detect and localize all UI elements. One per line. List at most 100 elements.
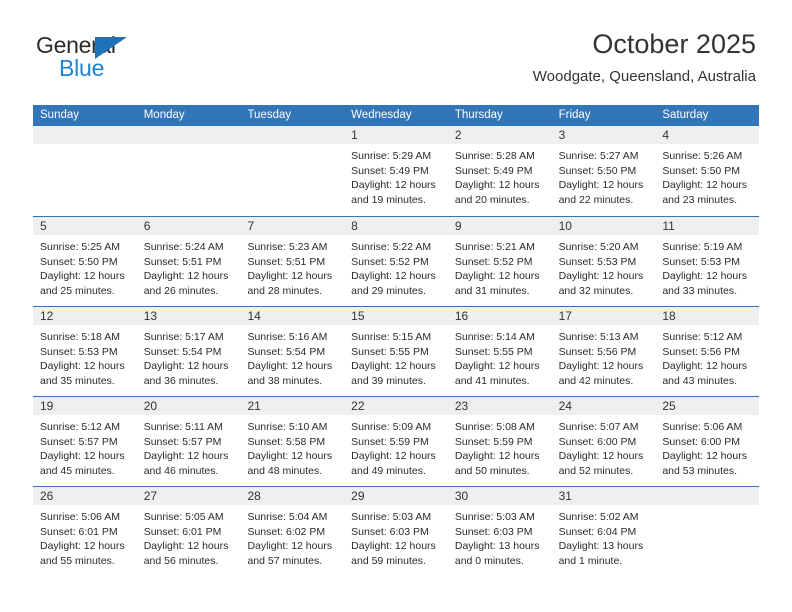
calendar-day-cell[interactable]: 28 Sunrise: 5:04 AM Sunset: 6:02 PM Dayligh… [240, 487, 345, 576]
day-number: 10 [551, 217, 656, 235]
calendar-day-cell[interactable]: 1 Sunrise: 5:29 AM Sunset: 5:49 PM Daylight… [344, 126, 448, 216]
calendar-day-cell[interactable]: 30 Sunrise: 5:03 AM Sunset: 6:03 PM Dayligh… [447, 487, 552, 576]
day-detail-lines: Sunrise: 5:02 AM Sunset: 6:04 PM Daylight:… [552, 505, 656, 568]
day-detail-line: and 41 minutes. [454, 374, 530, 387]
day-detail-line: Sunrise: 5:09 AM [351, 421, 432, 433]
calendar-day-cell[interactable]: 27 Sunrise: 5:05 AM Sunset: 6:01 PM Dayligh… [136, 487, 241, 576]
day-detail-line: Sunset: 5:58 PM [247, 435, 326, 448]
calendar-day-cell[interactable]: 20 Sunrise: 5:11 AM Sunset: 5:57 PM Dayligh… [136, 397, 241, 486]
calendar-day-cell[interactable]: 16 Sunrise: 5:14 AM Sunset: 5:55 PM Dayligh… [447, 307, 552, 396]
calendar-week-row: 12 Sunrise: 5:18 AM Sunset: 5:53 PM Dayligh… [33, 306, 760, 396]
day-detail-line: and 35 minutes. [40, 374, 115, 387]
day-detail-line: Daylight: 12 hours [351, 270, 436, 282]
day-detail-line: and 38 minutes. [247, 374, 323, 387]
day-detail-lines: Sunrise: 5:17 AM Sunset: 5:54 PM Daylight:… [137, 325, 241, 388]
day-detail-line: Sunrise: 5:06 AM [40, 511, 120, 523]
page-subtitle: Woodgate, Queensland, Australia [532, 68, 756, 85]
day-detail-line: Daylight: 12 hours [662, 270, 747, 282]
day-detail-line: Sunrise: 5:23 AM [247, 241, 328, 253]
calendar-day-cell-empty [240, 126, 345, 216]
day-detail-line: Daylight: 12 hours [143, 360, 229, 372]
calendar-week-row: 19 Sunrise: 5:12 AM Sunset: 5:57 PM Dayligh… [33, 396, 760, 486]
calendar-day-cell[interactable]: 13 Sunrise: 5:17 AM Sunset: 5:54 PM Dayligh… [136, 307, 241, 396]
calendar-day-cell[interactable]: 14 Sunrise: 5:16 AM Sunset: 5:54 PM Dayligh… [240, 307, 345, 396]
logo-text-blue: Blue [59, 55, 105, 81]
day-number: 2 [447, 126, 552, 144]
day-detail-line: Sunset: 6:03 PM [454, 525, 533, 538]
calendar-day-cell[interactable]: 10 Sunrise: 5:20 AM Sunset: 5:53 PM Dayligh… [551, 217, 656, 306]
day-detail-lines: Sunrise: 5:29 AM Sunset: 5:49 PM Daylight:… [344, 144, 448, 207]
day-number: 15 [344, 307, 448, 325]
day-detail-line: Daylight: 12 hours [247, 540, 333, 552]
day-detail-line: Sunrise: 5:12 AM [662, 331, 743, 343]
calendar-day-cell[interactable]: 17 Sunrise: 5:13 AM Sunset: 5:56 PM Dayligh… [551, 307, 656, 396]
day-detail-line: Daylight: 12 hours [351, 540, 436, 552]
calendar-day-cell[interactable]: 29 Sunrise: 5:03 AM Sunset: 6:03 PM Dayligh… [344, 487, 448, 576]
calendar-day-cell[interactable]: 22 Sunrise: 5:09 AM Sunset: 5:59 PM Dayligh… [344, 397, 448, 486]
day-number: 18 [655, 307, 760, 325]
day-detail-line: Daylight: 12 hours [40, 360, 125, 372]
day-detail-line: Sunset: 5:55 PM [351, 345, 429, 358]
day-number: 27 [136, 487, 241, 505]
day-number: 29 [344, 487, 448, 505]
weekday-header-tuesday: Tuesday [247, 109, 292, 121]
day-detail-line: and 46 minutes. [143, 464, 219, 477]
day-detail-line: Sunset: 6:00 PM [662, 435, 740, 448]
calendar-weeks: 1 Sunrise: 5:29 AM Sunset: 5:49 PM Daylight… [33, 126, 760, 576]
calendar-day-cell[interactable]: 15 Sunrise: 5:15 AM Sunset: 5:55 PM Dayligh… [344, 307, 448, 396]
day-detail-line: Daylight: 12 hours [143, 270, 229, 282]
calendar-day-cell[interactable]: 7 Sunrise: 5:23 AM Sunset: 5:51 PM Daylight… [240, 217, 345, 306]
calendar-day-cell[interactable]: 26 Sunrise: 5:06 AM Sunset: 6:01 PM Dayligh… [33, 487, 137, 576]
calendar-day-cell[interactable]: 5 Sunrise: 5:25 AM Sunset: 5:50 PM Daylight… [33, 217, 137, 306]
day-number [240, 126, 345, 144]
calendar-day-cell[interactable]: 25 Sunrise: 5:06 AM Sunset: 6:00 PM Dayligh… [655, 397, 760, 486]
day-detail-line: Sunset: 6:02 PM [247, 525, 326, 538]
generalblue-logo[interactable]: General Blue [36, 32, 166, 84]
calendar-day-cell[interactable]: 24 Sunrise: 5:07 AM Sunset: 6:00 PM Dayligh… [551, 397, 656, 486]
day-detail-lines [33, 144, 137, 149]
day-number: 21 [240, 397, 345, 415]
calendar-day-cell[interactable]: 11 Sunrise: 5:19 AM Sunset: 5:53 PM Dayligh… [655, 217, 760, 306]
day-detail-lines [137, 144, 241, 149]
calendar-day-cell[interactable]: 23 Sunrise: 5:08 AM Sunset: 5:59 PM Dayligh… [447, 397, 552, 486]
day-detail-line: Daylight: 12 hours [454, 179, 540, 191]
day-number: 5 [33, 217, 137, 235]
day-detail-line: Sunset: 6:04 PM [558, 525, 637, 538]
calendar-day-cell[interactable]: 3 Sunrise: 5:27 AM Sunset: 5:50 PM Daylight… [551, 126, 656, 216]
day-detail-line: Sunrise: 5:14 AM [454, 331, 535, 343]
day-number: 25 [655, 397, 760, 415]
day-detail-line: and 57 minutes. [247, 554, 323, 567]
day-detail-lines: Sunrise: 5:06 AM Sunset: 6:01 PM Daylight:… [33, 505, 137, 568]
day-number: 17 [551, 307, 656, 325]
day-detail-line: Sunset: 5:49 PM [351, 164, 429, 177]
weekday-header-saturday: Saturday [662, 109, 709, 121]
day-number: 7 [240, 217, 345, 235]
calendar-day-cell[interactable]: 19 Sunrise: 5:12 AM Sunset: 5:57 PM Dayligh… [33, 397, 137, 486]
day-detail-line: Sunset: 5:51 PM [247, 255, 326, 268]
day-detail-line: Sunrise: 5:07 AM [558, 421, 639, 433]
day-detail-line: and 28 minutes. [247, 284, 323, 297]
calendar-day-cell[interactable]: 2 Sunrise: 5:28 AM Sunset: 5:49 PM Daylight… [447, 126, 552, 216]
calendar-week-row: 1 Sunrise: 5:29 AM Sunset: 5:49 PM Daylight… [33, 126, 760, 216]
day-detail-line: Sunset: 5:57 PM [143, 435, 222, 448]
calendar-day-cell[interactable]: 4 Sunrise: 5:26 AM Sunset: 5:50 PM Daylight… [655, 126, 760, 216]
day-detail-line: Daylight: 12 hours [40, 540, 125, 552]
calendar-day-cell[interactable]: 12 Sunrise: 5:18 AM Sunset: 5:53 PM Dayligh… [33, 307, 137, 396]
calendar-day-cell[interactable]: 21 Sunrise: 5:10 AM Sunset: 5:58 PM Dayligh… [240, 397, 345, 486]
weekday-header-thursday: Thursday [454, 109, 503, 121]
day-detail-lines: Sunrise: 5:21 AM Sunset: 5:52 PM Daylight:… [448, 235, 552, 298]
day-number: 22 [344, 397, 448, 415]
calendar-day-cell[interactable]: 6 Sunrise: 5:24 AM Sunset: 5:51 PM Daylight… [136, 217, 241, 306]
day-detail-line: Sunset: 5:53 PM [662, 255, 740, 268]
day-detail-line: and 42 minutes. [558, 374, 634, 387]
calendar-week-row: 26 Sunrise: 5:06 AM Sunset: 6:01 PM Dayligh… [33, 486, 760, 576]
day-number: 13 [136, 307, 241, 325]
day-detail-line: Daylight: 12 hours [40, 450, 125, 462]
calendar-day-cell[interactable]: 31 Sunrise: 5:02 AM Sunset: 6:04 PM Dayligh… [551, 487, 656, 576]
day-detail-line: Sunrise: 5:26 AM [662, 150, 743, 162]
day-detail-line: Sunrise: 5:16 AM [247, 331, 328, 343]
calendar-day-cell[interactable]: 9 Sunrise: 5:21 AM Sunset: 5:52 PM Daylight… [447, 217, 552, 306]
day-detail-lines: Sunrise: 5:26 AM Sunset: 5:50 PM Daylight:… [655, 144, 759, 207]
calendar-day-cell[interactable]: 18 Sunrise: 5:12 AM Sunset: 5:56 PM Dayligh… [655, 307, 760, 396]
calendar-day-cell[interactable]: 8 Sunrise: 5:22 AM Sunset: 5:52 PM Daylight… [344, 217, 448, 306]
